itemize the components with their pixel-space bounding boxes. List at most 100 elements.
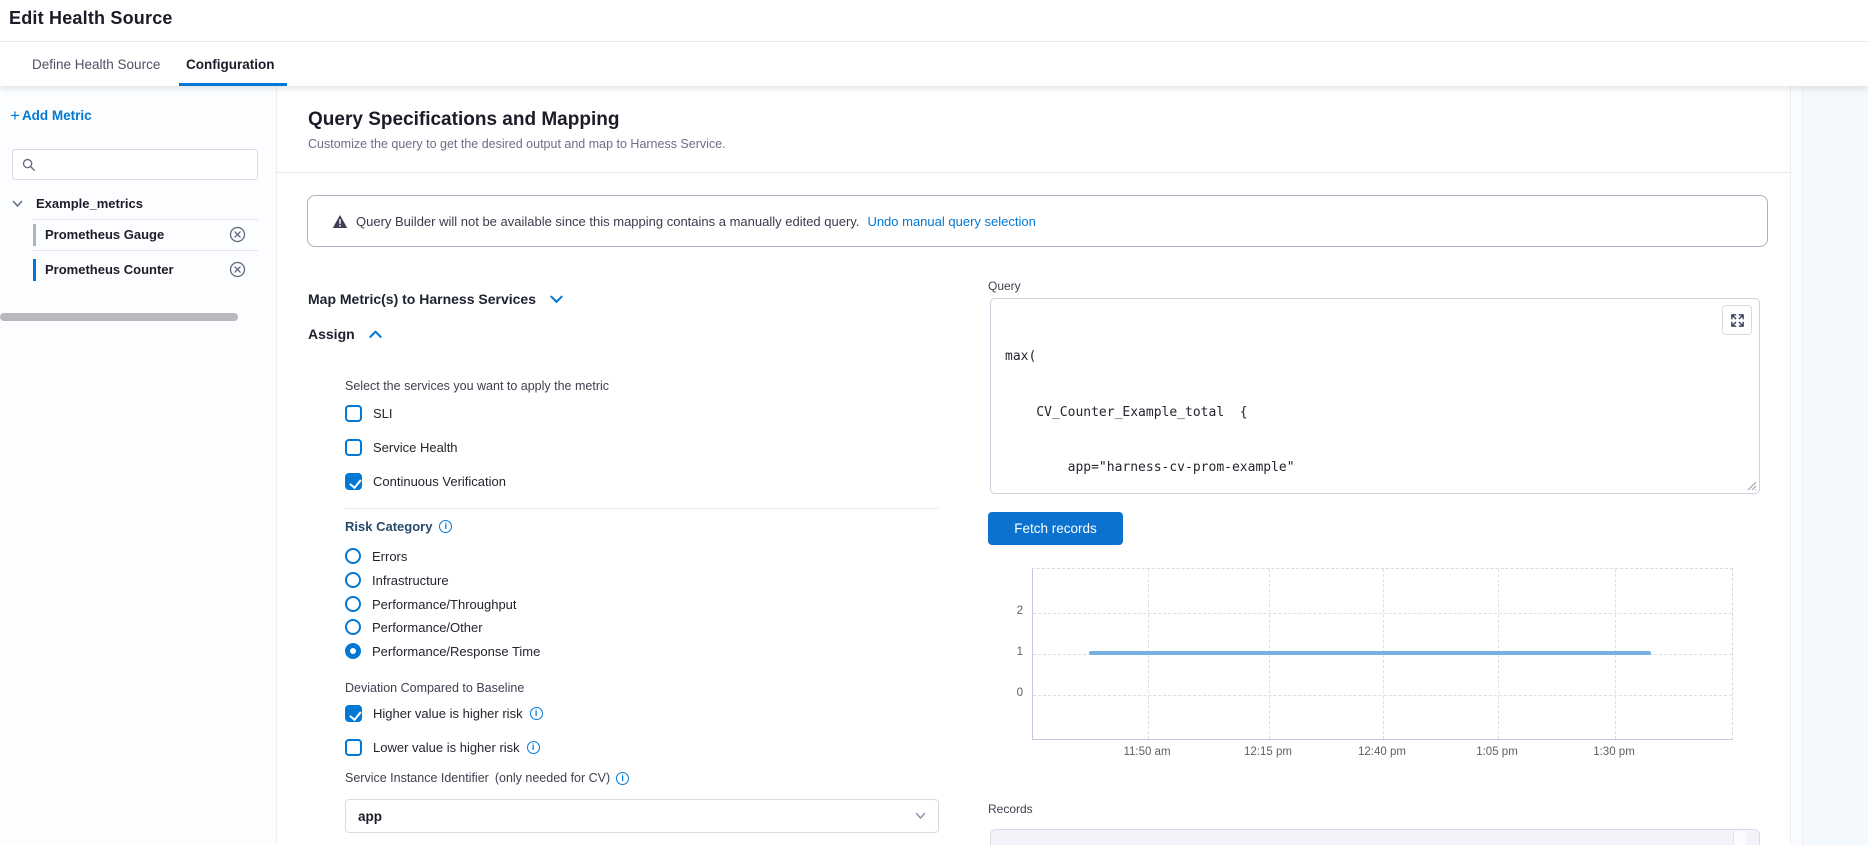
fetch-records-button[interactable]: Fetch records: [988, 512, 1123, 545]
warning-icon: [332, 214, 348, 229]
metric-item-label: Prometheus Counter: [45, 262, 174, 277]
tab-configuration[interactable]: Configuration: [186, 42, 274, 86]
checkbox-row-sli[interactable]: SLI: [345, 405, 393, 422]
records-scrollbar-track[interactable]: [1733, 831, 1746, 845]
metric-item-indicator: [33, 259, 36, 281]
x-axis-tick: 12:40 pm: [1342, 746, 1422, 758]
infrastructure-radio[interactable]: [345, 572, 361, 588]
services-label: Select the services you want to apply th…: [345, 379, 609, 393]
add-metric-button[interactable]: + Add Metric: [10, 108, 92, 123]
section-title: Query Specifications and Mapping: [308, 109, 619, 131]
tab-define-health-source[interactable]: Define Health Source: [32, 42, 160, 86]
errors-radio[interactable]: [345, 548, 361, 564]
checkbox-row-continuous-verification[interactable]: Continuous Verification: [345, 473, 506, 490]
sli-checkbox[interactable]: [345, 405, 362, 422]
sidebar-horizontal-scrollbar[interactable]: [0, 313, 238, 321]
main-vertical-scrollbar-track[interactable]: [1790, 86, 1803, 845]
checkbox-row-higher-risk[interactable]: Higher value is higher risk: [345, 705, 543, 722]
radio-row-performance-response-time[interactable]: Performance/Response Time: [345, 643, 540, 659]
checkbox-label: SLI: [373, 406, 393, 421]
page-right-margin: [1803, 86, 1868, 845]
service-instance-text: Service Instance Identifier: [345, 771, 489, 785]
radio-row-performance-throughput[interactable]: Performance/Throughput: [345, 596, 517, 612]
service-health-checkbox[interactable]: [345, 439, 362, 456]
chevron-down-icon: [915, 812, 926, 820]
x-axis-tick: 1:30 pm: [1574, 746, 1654, 758]
add-metric-label: Add Metric: [22, 108, 92, 123]
performance-other-radio[interactable]: [345, 619, 361, 635]
service-instance-dropdown[interactable]: app: [345, 799, 939, 833]
checkbox-label: Service Health: [373, 440, 458, 455]
performance-response-time-radio[interactable]: [345, 643, 361, 659]
x-axis-tick: 1:05 pm: [1457, 746, 1537, 758]
map-metrics-section-header[interactable]: Map Metric(s) to Harness Services: [308, 291, 564, 307]
textarea-resize-handle[interactable]: [1745, 479, 1757, 491]
page-header: Edit Health Source: [0, 0, 1868, 42]
query-results-chart: 2 1 0 11:50 am 12:15 pm 12:40 pm 1:05 pm…: [985, 560, 1760, 766]
continuous-verification-checkbox[interactable]: [345, 473, 362, 490]
metric-item-prometheus-counter[interactable]: Prometheus Counter: [0, 255, 258, 285]
checkbox-label: Continuous Verification: [373, 474, 506, 489]
expand-query-button[interactable]: [1722, 305, 1752, 335]
warning-message: Query Builder will not be available sinc…: [356, 214, 859, 229]
query-label: Query: [988, 279, 1021, 293]
section-subtitle: Customize the query to get the desired o…: [308, 137, 726, 151]
chevron-down-icon[interactable]: [549, 292, 564, 307]
metric-item-label: Prometheus Gauge: [45, 227, 164, 242]
service-instance-note: (only needed for CV): [495, 771, 610, 785]
y-axis-tick: 1: [987, 646, 1023, 658]
deviation-label: Deviation Compared to Baseline: [345, 681, 524, 695]
manual-query-warning-banner: Query Builder will not be available sinc…: [307, 195, 1768, 247]
checkbox-row-lower-risk[interactable]: Lower value is higher risk: [345, 739, 540, 756]
y-axis-tick: 2: [987, 605, 1023, 617]
query-line: CV_Counter_Example_total {: [1005, 404, 1295, 423]
records-panel: [990, 829, 1760, 845]
assign-section-header[interactable]: Assign: [308, 326, 383, 342]
active-tab-underline: [179, 83, 287, 86]
delete-metric-icon[interactable]: [229, 261, 246, 278]
query-line: max(: [1005, 348, 1295, 367]
chevron-up-icon[interactable]: [368, 327, 383, 342]
metric-item-indicator: [33, 224, 36, 246]
plus-icon: +: [10, 109, 20, 123]
radio-row-errors[interactable]: Errors: [345, 548, 407, 564]
metric-item-prometheus-gauge[interactable]: Prometheus Gauge: [0, 220, 258, 250]
info-icon[interactable]: [527, 741, 540, 754]
info-icon[interactable]: [439, 520, 452, 533]
x-axis-tick: 12:15 pm: [1228, 746, 1308, 758]
info-icon[interactable]: [616, 772, 629, 785]
checkbox-row-service-health[interactable]: Service Health: [345, 439, 458, 456]
radio-row-infrastructure[interactable]: Infrastructure: [345, 572, 449, 588]
search-icon: [22, 158, 36, 172]
query-line: app="harness-cv-prom-example": [1005, 459, 1295, 478]
higher-value-checkbox[interactable]: [345, 705, 362, 722]
query-textarea[interactable]: max( CV_Counter_Example_total { app="har…: [990, 298, 1760, 494]
records-label: Records: [988, 802, 1033, 816]
radio-label: Errors: [372, 549, 407, 564]
undo-manual-query-link[interactable]: Undo manual query selection: [867, 214, 1035, 229]
radio-label: Performance/Throughput: [372, 597, 517, 612]
x-axis-tick: 11:50 am: [1107, 746, 1187, 758]
lower-value-checkbox[interactable]: [345, 739, 362, 756]
chart-plot-area: [1032, 568, 1733, 740]
radio-row-performance-other[interactable]: Performance/Other: [345, 619, 483, 635]
service-instance-label: Service Instance Identifier (only needed…: [345, 771, 629, 785]
metrics-sidebar: + Add Metric Example_metrics Prometheus …: [0, 86, 277, 845]
metric-group-row[interactable]: Example_metrics: [0, 190, 258, 216]
y-axis-tick: 0: [987, 687, 1023, 699]
dropdown-value: app: [358, 809, 382, 824]
metric-group-name: Example_metrics: [36, 196, 143, 211]
info-icon[interactable]: [530, 707, 543, 720]
delete-metric-icon[interactable]: [229, 226, 246, 243]
performance-throughput-radio[interactable]: [345, 596, 361, 612]
radio-label: Performance/Other: [372, 620, 483, 635]
risk-category-label: Risk Category: [345, 519, 452, 534]
page-title: Edit Health Source: [9, 8, 173, 29]
chevron-down-icon[interactable]: [12, 198, 23, 209]
fullscreen-icon: [1730, 313, 1745, 328]
divider: [33, 250, 258, 251]
tab-bar: Define Health Source Configuration: [0, 42, 1868, 86]
radio-label: Performance/Response Time: [372, 644, 540, 659]
metric-search-input[interactable]: [12, 149, 258, 180]
assign-heading: Assign: [308, 326, 355, 342]
